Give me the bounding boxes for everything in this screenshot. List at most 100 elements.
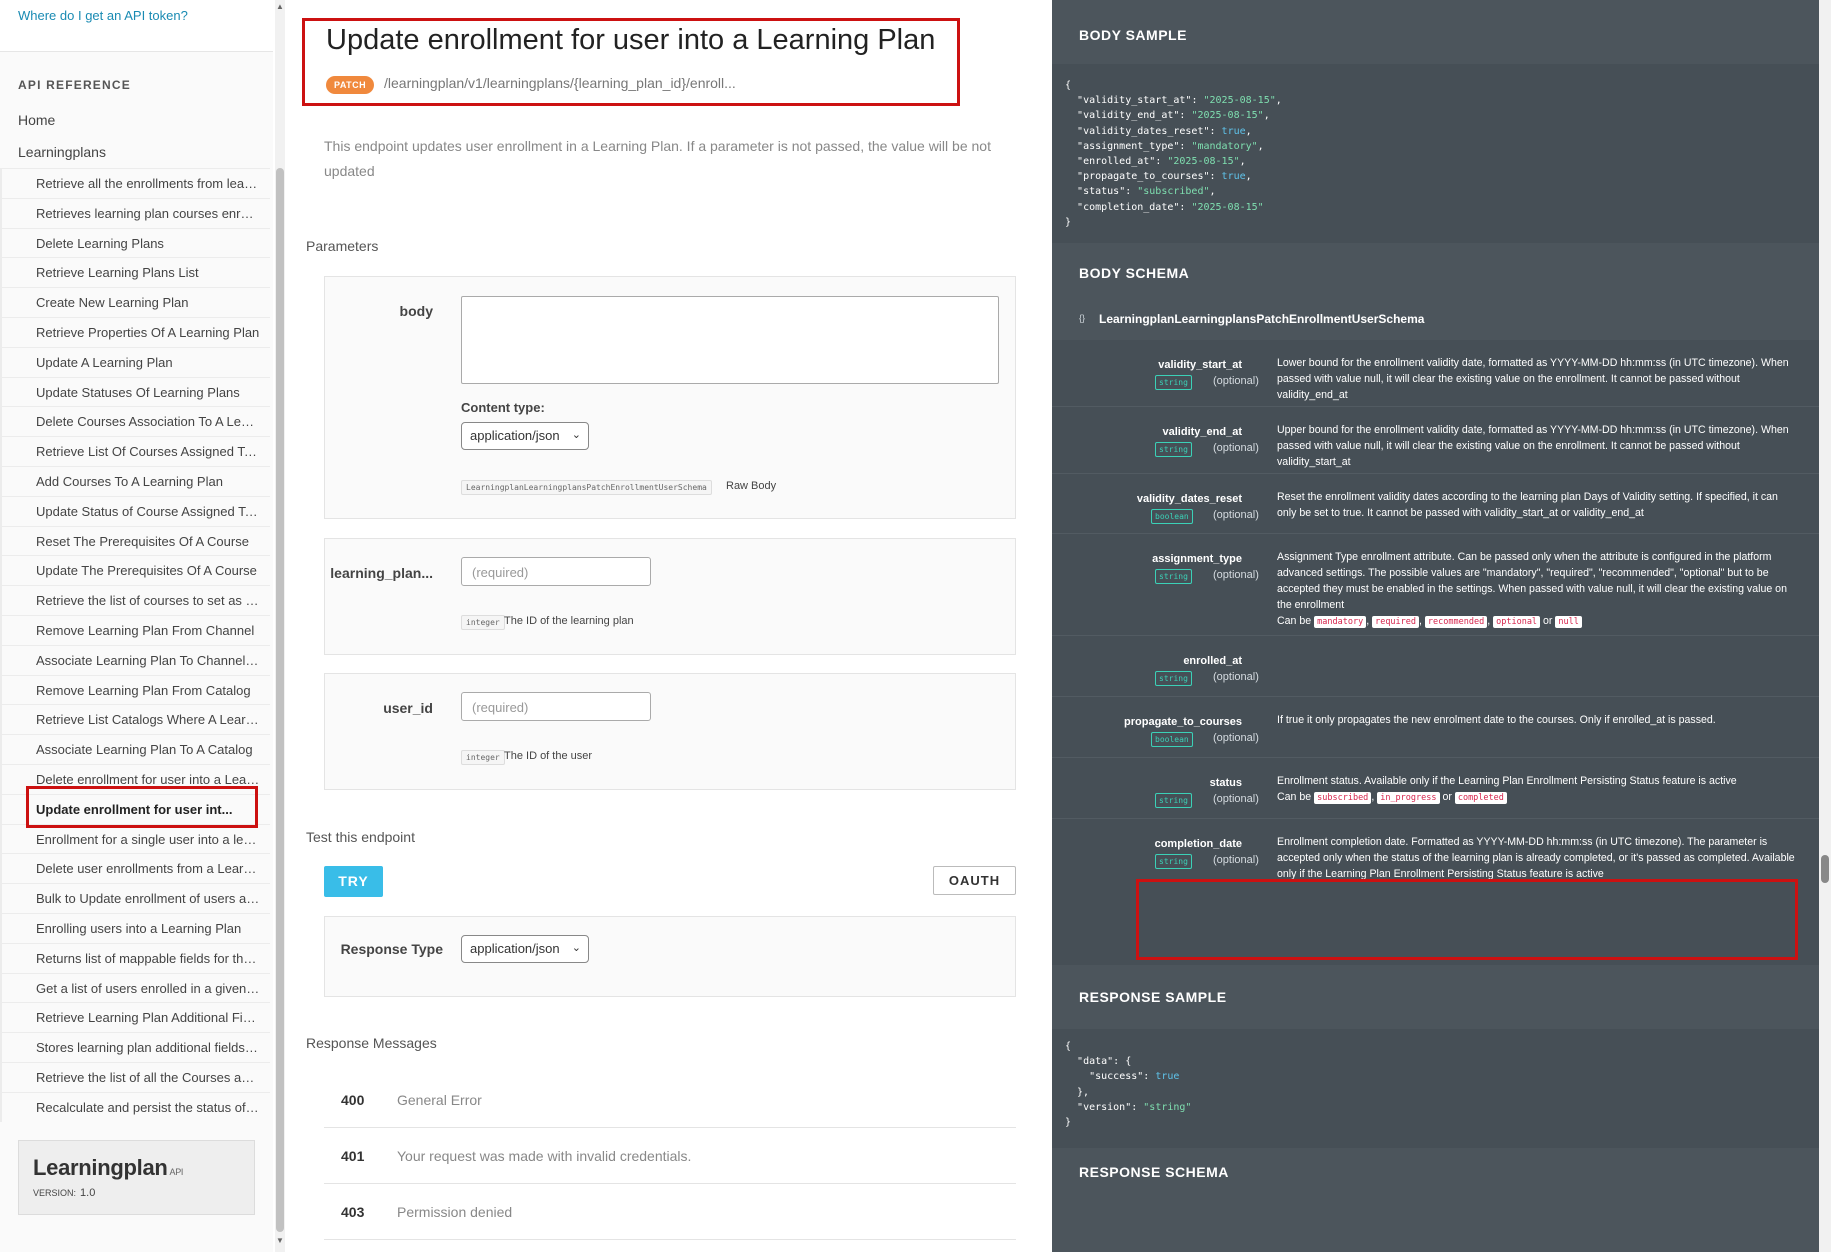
json-value: true xyxy=(1221,125,1246,137)
content-type-select[interactable]: application/json ⌄ xyxy=(461,422,589,450)
response-row: 401 Your request was made with invalid c… xyxy=(324,1128,1016,1184)
response-type-panel: Response Type application/json ⌄ xyxy=(324,916,1016,997)
sidebar-item[interactable]: Update Statuses Of Learning Plans xyxy=(0,376,270,407)
sidebar-item[interactable]: Delete user enrollments from a Learning … xyxy=(0,853,270,884)
sidebar-item[interactable]: Add Courses To A Learning Plan xyxy=(0,465,270,496)
sidebar-item[interactable]: Retrieve List Catalogs Where A Learning … xyxy=(0,704,270,735)
sidebar-item[interactable]: Retrieve List Of Courses Assigned To A L… xyxy=(0,436,270,466)
sidebar-item[interactable]: Delete Courses Association To A Learning… xyxy=(0,406,270,437)
json-value: true xyxy=(1155,1071,1180,1083)
optional-label: (optional) xyxy=(1213,854,1259,866)
sidebar-item[interactable]: Associate Learning Plan To A Catalog xyxy=(0,734,270,764)
json-key: enrolled_at xyxy=(1083,156,1150,168)
sidebar-item-learningplans[interactable]: Learningplans xyxy=(0,136,273,168)
page-title: Update enrollment for user into a Learni… xyxy=(326,24,936,56)
json-key: assignment_type xyxy=(1083,140,1174,152)
user-id-input[interactable]: (required) xyxy=(461,692,651,721)
json-value: "2025-08-15" xyxy=(1191,110,1264,122)
sidebar-item[interactable]: Retrieve Learning Plan Additional Fields xyxy=(0,1002,270,1033)
enum-values: Can be mandatory, required, recommended,… xyxy=(1277,613,1797,630)
sidebar-item[interactable]: Get a list of users enrolled in a given … xyxy=(0,972,270,1003)
sidebar: Where do I get an API token? API REFEREN… xyxy=(0,0,273,1252)
sidebar-item[interactable]: Retrieve Properties Of A Learning Plan xyxy=(0,316,270,347)
sidebar-scrollbar-thumb[interactable] xyxy=(276,168,284,1232)
sidebar-item[interactable]: Returns list of mappable fields for the … xyxy=(0,942,270,973)
sidebar-item[interactable]: Retrieves learning plan courses enrollme… xyxy=(0,197,270,228)
sidebar-item[interactable]: Update The Prerequisites Of A Course xyxy=(0,555,270,586)
sidebar-item[interactable]: Retrieve all the enrollments from learni… xyxy=(0,168,270,198)
can-be-label: Can be xyxy=(1277,615,1312,627)
field-description-text: Assignment Type enrollment attribute. Ca… xyxy=(1277,551,1787,611)
enum-tag: subscribed xyxy=(1314,792,1372,804)
sidebar-item[interactable]: Retrieve the list of courses to set as p… xyxy=(0,585,270,615)
field-description-text: Enrollment status. Available only if the… xyxy=(1277,775,1737,787)
sidebar-item-home[interactable]: Home xyxy=(0,104,273,136)
sidebar-item[interactable]: Enrolling users into a Learning Plan xyxy=(0,912,270,943)
field-description-text: Reset the enrollment validity dates acco… xyxy=(1277,491,1778,519)
scroll-down-arrow[interactable]: ▼ xyxy=(276,1236,284,1245)
endpoint-path: /learningplan/v1/learningplans/{learning… xyxy=(384,75,736,91)
endpoint-description: This endpoint updates user enrollment in… xyxy=(324,138,991,179)
sidebar-item[interactable]: Recalculate and persist the status of a … xyxy=(0,1091,270,1122)
sidebar-item[interactable]: Retrieve the list of all the Courses ass… xyxy=(0,1061,270,1092)
sidebar-item-active[interactable]: Update enrollment for user int... xyxy=(0,793,270,824)
sidebar-item[interactable]: Reset The Prerequisites Of A Course xyxy=(0,525,270,556)
json-key: success xyxy=(1095,1071,1138,1083)
field-type-tag: boolean xyxy=(1151,732,1193,747)
learning-plan-param-label: learning_plan... xyxy=(330,565,433,581)
sidebar-item[interactable]: Delete enrollment for user into a Learni… xyxy=(0,763,270,794)
response-code: 403 xyxy=(341,1204,365,1220)
learning-plan-id-input[interactable]: (required) xyxy=(461,557,651,586)
body-sample-header: BODY SAMPLE xyxy=(1052,0,1819,64)
body-textarea[interactable] xyxy=(461,296,999,384)
optional-label: (optional) xyxy=(1213,569,1259,581)
sidebar-item[interactable]: Stores learning plan additional fields v… xyxy=(0,1032,270,1062)
schema-field-assignment-type: assignment_type string (optional) Assignmen… xyxy=(1052,534,1819,636)
response-message: Permission denied xyxy=(397,1204,513,1220)
sidebar-item[interactable]: Update Status of Course Assigned To A Le… xyxy=(0,495,270,526)
sidebar-item[interactable]: Associate Learning Plan To Channel List xyxy=(0,644,270,675)
scroll-up-arrow[interactable]: ▲ xyxy=(276,2,284,11)
response-message: General Error xyxy=(397,1092,482,1108)
enum-tag: completed xyxy=(1454,792,1507,804)
main-content: Update enrollment for user into a Learni… xyxy=(300,0,1052,1252)
api-name: Learningplan API xyxy=(33,1155,184,1180)
json-value: "subscribed" xyxy=(1137,186,1210,198)
field-description: If true it only propagates the new enrol… xyxy=(1277,712,1797,728)
sidebar-item[interactable]: Retrieve Learning Plans List xyxy=(0,257,270,288)
sidebar-item[interactable]: Remove Learning Plan From Channel xyxy=(0,614,270,645)
field-type-tag: boolean xyxy=(1151,509,1193,524)
field-name: enrolled_at xyxy=(1183,655,1242,667)
schema-tag[interactable]: LearningplanLearningplansPatchEnrollment… xyxy=(461,480,712,495)
optional-label: (optional) xyxy=(1213,793,1259,805)
api-info-card: Learningplan API VERSION: 1.0 xyxy=(18,1140,255,1215)
sidebar-item[interactable]: Enrollment for a single user into a lear… xyxy=(0,823,270,854)
field-description: Reset the enrollment validity dates acco… xyxy=(1277,489,1797,521)
sidebar-item[interactable]: Remove Learning Plan From Catalog xyxy=(0,674,270,705)
field-description: Assignment Type enrollment attribute. Ca… xyxy=(1277,549,1797,630)
enum-values: Can be subscribed, in_progress or comple… xyxy=(1277,789,1797,806)
sidebar-item[interactable]: Bulk to Update enrollment of users as... xyxy=(0,883,270,913)
field-name: status xyxy=(1209,777,1242,789)
schema-name-row[interactable]: {} LearningplanLearningplansPatchEnrollm… xyxy=(1052,300,1819,340)
schema-field-status: status string (optional) Enrollment status.… xyxy=(1052,758,1819,819)
content-type-label: Content type: xyxy=(461,400,545,415)
page-scrollbar-thumb[interactable] xyxy=(1821,855,1829,883)
user-id-param-panel: user_id (required) integer The ID of the… xyxy=(324,673,1016,790)
optional-label: (optional) xyxy=(1213,732,1259,744)
sidebar-item[interactable]: Create New Learning Plan xyxy=(0,287,270,317)
sidebar-item[interactable]: Delete Learning Plans xyxy=(0,227,270,258)
api-token-help-link[interactable]: Where do I get an API token? xyxy=(0,0,273,52)
response-row: 400 General Error xyxy=(324,1072,1016,1128)
try-button[interactable]: TRY xyxy=(324,866,383,897)
type-tag: integer xyxy=(461,750,505,765)
field-name: validity_dates_reset xyxy=(1136,493,1242,505)
oauth-button[interactable]: OAUTH xyxy=(933,866,1016,895)
sidebar-item[interactable]: Update A Learning Plan xyxy=(0,346,270,377)
field-name: validity_end_at xyxy=(1162,426,1242,438)
raw-body-link[interactable]: Raw Body xyxy=(726,480,776,492)
or-label: or xyxy=(1543,615,1553,627)
page-scrollbar[interactable] xyxy=(1819,0,1831,1252)
api-reference-heading: API REFERENCE xyxy=(18,78,131,92)
response-type-select[interactable]: application/json ⌄ xyxy=(461,935,589,963)
